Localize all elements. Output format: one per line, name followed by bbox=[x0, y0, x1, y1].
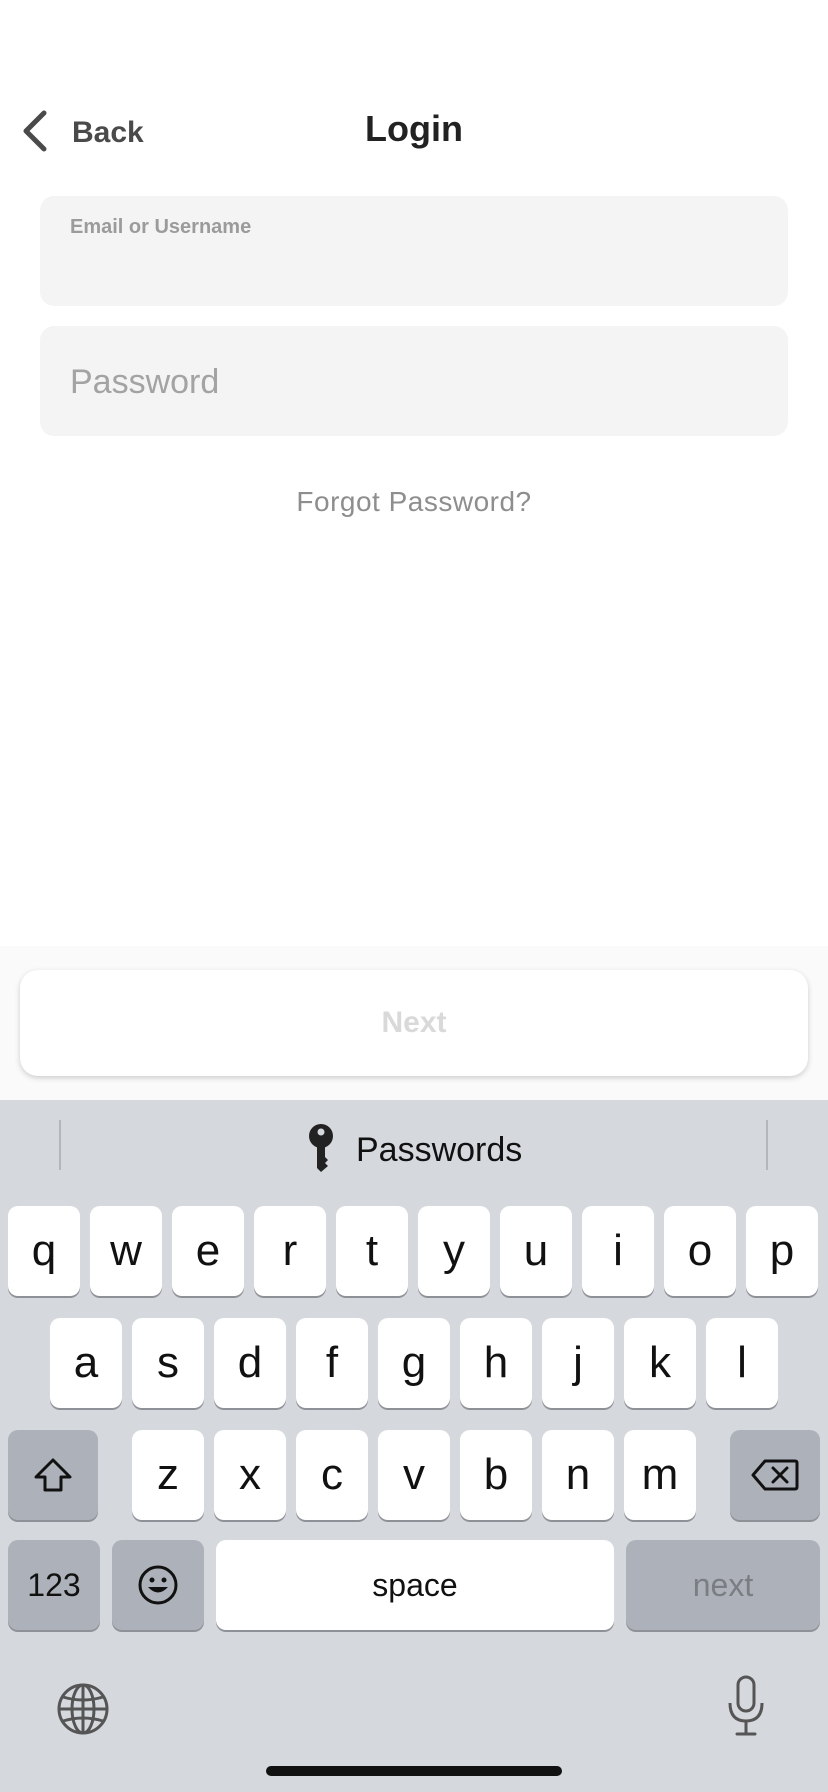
shift-key[interactable] bbox=[8, 1430, 98, 1520]
email-field[interactable]: Email or Username bbox=[40, 196, 788, 306]
numbers-key[interactable]: 123 bbox=[8, 1540, 100, 1630]
next-button-bar: Next bbox=[0, 946, 828, 1100]
key-a[interactable]: a bbox=[50, 1318, 122, 1408]
key-o[interactable]: o bbox=[664, 1206, 736, 1296]
globe-icon[interactable] bbox=[54, 1680, 112, 1738]
key-d[interactable]: d bbox=[214, 1318, 286, 1408]
key-y[interactable]: y bbox=[418, 1206, 490, 1296]
key-p[interactable]: p bbox=[746, 1206, 818, 1296]
key-k[interactable]: k bbox=[624, 1318, 696, 1408]
key-g[interactable]: g bbox=[378, 1318, 450, 1408]
space-key[interactable]: space bbox=[216, 1540, 614, 1630]
key-l[interactable]: l bbox=[706, 1318, 778, 1408]
key-u[interactable]: u bbox=[500, 1206, 572, 1296]
backspace-icon bbox=[751, 1458, 799, 1492]
emoji-key[interactable] bbox=[112, 1540, 204, 1630]
keyboard: Passwords qwertyuiop asdfghjkl zxcvbnm 1… bbox=[0, 1100, 828, 1792]
key-r[interactable]: r bbox=[254, 1206, 326, 1296]
key-z[interactable]: z bbox=[132, 1430, 204, 1520]
key-e[interactable]: e bbox=[172, 1206, 244, 1296]
email-field-label: Email or Username bbox=[70, 216, 252, 238]
suggestion-divider bbox=[59, 1120, 61, 1170]
key-s[interactable]: s bbox=[132, 1318, 204, 1408]
microphone-icon[interactable] bbox=[724, 1674, 768, 1738]
home-indicator bbox=[266, 1766, 562, 1776]
key-x[interactable]: x bbox=[214, 1430, 286, 1520]
suggestion-divider bbox=[766, 1120, 768, 1170]
next-button[interactable]: Next bbox=[20, 970, 808, 1076]
key-v[interactable]: v bbox=[378, 1430, 450, 1520]
password-field[interactable] bbox=[40, 326, 788, 436]
key-i[interactable]: i bbox=[582, 1206, 654, 1296]
key-c[interactable]: c bbox=[296, 1430, 368, 1520]
page-title: Login bbox=[365, 108, 463, 149]
key-icon bbox=[306, 1123, 356, 1178]
key-f[interactable]: f bbox=[296, 1318, 368, 1408]
key-h[interactable]: h bbox=[460, 1318, 532, 1408]
passwords-suggestion[interactable]: Passwords bbox=[306, 1120, 522, 1180]
passwords-suggestion-label: Passwords bbox=[356, 1130, 523, 1169]
email-input[interactable] bbox=[70, 246, 758, 290]
forgot-password-link[interactable]: Forgot Password? bbox=[0, 486, 828, 518]
key-m[interactable]: m bbox=[624, 1430, 696, 1520]
key-b[interactable]: b bbox=[460, 1430, 532, 1520]
key-w[interactable]: w bbox=[90, 1206, 162, 1296]
return-next-key[interactable]: next bbox=[626, 1540, 820, 1630]
key-n[interactable]: n bbox=[542, 1430, 614, 1520]
suggestion-bar: Passwords bbox=[0, 1100, 828, 1196]
emoji-icon bbox=[137, 1564, 179, 1606]
key-q[interactable]: q bbox=[8, 1206, 80, 1296]
backspace-key[interactable] bbox=[730, 1430, 820, 1520]
key-j[interactable]: j bbox=[542, 1318, 614, 1408]
password-input[interactable] bbox=[70, 356, 758, 408]
key-t[interactable]: t bbox=[336, 1206, 408, 1296]
shift-icon bbox=[33, 1457, 73, 1493]
